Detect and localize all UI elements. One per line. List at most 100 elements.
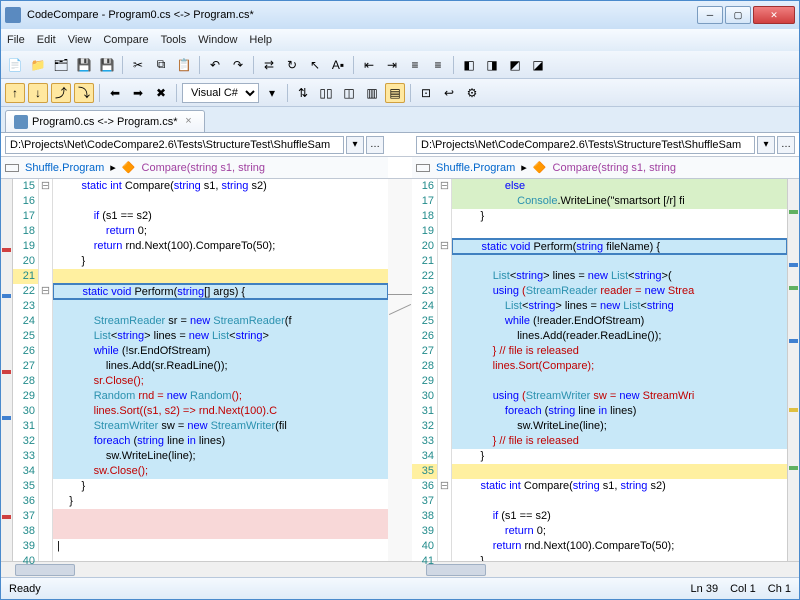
document-icon — [14, 115, 28, 129]
layout-3col-icon[interactable]: ▥ — [362, 83, 382, 103]
separator — [287, 84, 288, 102]
save-icon[interactable]: 💾 — [74, 55, 94, 75]
copy-left-icon[interactable]: ⬅ — [105, 83, 125, 103]
separator — [199, 56, 200, 74]
layout-horiz-icon[interactable]: ▯▯ — [316, 83, 336, 103]
statusbar: Ready Ln 39 Col 1 Ch 1 — [1, 577, 799, 599]
left-pane: 1516171819202122232425262728293031323334… — [1, 179, 388, 561]
left-path-input[interactable] — [5, 136, 344, 154]
toolbar-compare: ↑ ↓ ⤴ ⤵ ⬅ ➡ ✖ Visual C# ▾ ⇅ ▯▯ ◫ ▥ ▤ ⊡ ↩… — [1, 79, 799, 107]
left-namespace[interactable]: Shuffle.Program — [25, 162, 104, 174]
options-icon[interactable]: ⚙ — [462, 83, 482, 103]
sync-scroll-icon[interactable]: ⇅ — [293, 83, 313, 103]
horizontal-scrollbars — [1, 561, 799, 577]
menu-file[interactable]: File — [7, 34, 25, 46]
prev-diff-icon[interactable]: ↑ — [5, 83, 25, 103]
minimize-button[interactable]: ─ — [697, 6, 723, 24]
first-diff-icon[interactable]: ⤴ — [51, 83, 71, 103]
tabbar: Program0.cs <-> Program.cs* × — [1, 107, 799, 133]
align-left-icon[interactable]: ≡ — [405, 55, 425, 75]
bookmark-prev-icon[interactable]: ◩ — [505, 55, 525, 75]
status-ch: Ch 1 — [768, 583, 791, 595]
right-marker-strip[interactable] — [787, 179, 799, 561]
right-namespace[interactable]: Shuffle.Program — [436, 162, 515, 174]
diff-panes: 1516171819202122232425262728293031323334… — [1, 179, 799, 561]
dropdown-icon[interactable]: ▾ — [262, 83, 282, 103]
status-col: Col 1 — [730, 583, 756, 595]
right-method[interactable]: Compare(string s1, string — [553, 162, 677, 174]
bookmark-clear-icon[interactable]: ◪ — [528, 55, 548, 75]
next-diff-icon[interactable]: ↓ — [28, 83, 48, 103]
outdent-icon[interactable]: ⇤ — [359, 55, 379, 75]
paste-icon[interactable]: 📋 — [174, 55, 194, 75]
method-icon: 🔶 — [533, 161, 547, 174]
left-method[interactable]: Compare(string s1, string — [142, 162, 266, 174]
right-fold-gutter[interactable]: ⊟⊟⊟ — [438, 179, 452, 561]
folder-compare-icon[interactable]: 🗂 — [51, 55, 71, 75]
undo-icon[interactable]: ↶ — [205, 55, 225, 75]
open-file-icon[interactable]: 📁 — [28, 55, 48, 75]
window-title: CodeCompare - Program0.cs <-> Program.cs… — [27, 9, 697, 21]
menu-window[interactable]: Window — [198, 34, 237, 46]
separator — [353, 56, 354, 74]
left-hscroll[interactable] — [1, 562, 388, 577]
separator — [99, 84, 100, 102]
left-marker-strip[interactable] — [1, 179, 13, 561]
refresh-icon[interactable]: ↻ — [282, 55, 302, 75]
close-button[interactable]: ✕ — [753, 6, 795, 24]
menu-tools[interactable]: Tools — [161, 34, 187, 46]
app-window: CodeCompare - Program0.cs <-> Program.cs… — [0, 0, 800, 600]
compare-icon[interactable]: ⇄ — [259, 55, 279, 75]
layout-vert-icon[interactable]: ▤ — [385, 83, 405, 103]
right-path-cell: ▾ … — [412, 133, 799, 156]
left-breadcrumb: Shuffle.Program ▸ 🔶 Compare(string s1, s… — [1, 157, 388, 178]
class-icon — [416, 164, 430, 172]
menu-edit[interactable]: Edit — [37, 34, 56, 46]
left-fold-gutter[interactable]: ⊟⊟ — [39, 179, 53, 561]
copy-right-icon[interactable]: ➡ — [128, 83, 148, 103]
document-tab[interactable]: Program0.cs <-> Program.cs* × — [5, 110, 205, 132]
whitespace-icon[interactable]: ⊡ — [416, 83, 436, 103]
layout-2col-icon[interactable]: ◫ — [339, 83, 359, 103]
clear-icon[interactable]: ✖ — [151, 83, 171, 103]
menu-compare[interactable]: Compare — [103, 34, 148, 46]
right-path-input[interactable] — [416, 136, 755, 154]
breadcrumb-row: Shuffle.Program ▸ 🔶 Compare(string s1, s… — [1, 157, 799, 179]
font-icon[interactable]: A▪ — [328, 55, 348, 75]
right-breadcrumb: Shuffle.Program ▸ 🔶 Compare(string s1, s… — [412, 157, 799, 178]
class-icon — [5, 164, 19, 172]
align-right-icon[interactable]: ≡ — [428, 55, 448, 75]
redo-icon[interactable]: ↷ — [228, 55, 248, 75]
language-combo[interactable]: Visual C# — [182, 83, 259, 103]
select-icon[interactable]: ↖ — [305, 55, 325, 75]
menu-view[interactable]: View — [68, 34, 92, 46]
close-tab-icon[interactable]: × — [182, 115, 196, 129]
indent-icon[interactable]: ⇥ — [382, 55, 402, 75]
left-code-editor[interactable]: static int Compare(string s1, string s2)… — [53, 179, 388, 561]
last-diff-icon[interactable]: ⤵ — [74, 83, 94, 103]
left-path-browse[interactable]: … — [366, 136, 384, 154]
right-hscroll[interactable] — [412, 562, 799, 577]
maximize-button[interactable]: ▢ — [725, 6, 751, 24]
separator — [453, 56, 454, 74]
cut-icon[interactable]: ✂ — [128, 55, 148, 75]
wordwrap-icon[interactable]: ↩ — [439, 83, 459, 103]
bookmark-icon[interactable]: ◧ — [459, 55, 479, 75]
bookmark-next-icon[interactable]: ◨ — [482, 55, 502, 75]
menu-help[interactable]: Help — [249, 34, 272, 46]
separator — [253, 56, 254, 74]
right-path-browse[interactable]: … — [777, 136, 795, 154]
path-row: ▾ … ▾ … — [1, 133, 799, 157]
copy-icon[interactable]: ⧉ — [151, 55, 171, 75]
separator — [122, 56, 123, 74]
right-code-editor[interactable]: else Console.WriteLine("smartsort [/r] f… — [452, 179, 787, 561]
status-line: Ln 39 — [691, 583, 719, 595]
status-text: Ready — [9, 583, 691, 595]
separator — [176, 84, 177, 102]
tab-label: Program0.cs <-> Program.cs* — [32, 116, 178, 128]
save-all-icon[interactable]: 💾 — [97, 55, 117, 75]
titlebar[interactable]: CodeCompare - Program0.cs <-> Program.cs… — [1, 1, 799, 29]
right-path-dropdown[interactable]: ▾ — [757, 136, 775, 154]
left-path-dropdown[interactable]: ▾ — [346, 136, 364, 154]
new-file-icon[interactable]: 📄 — [5, 55, 25, 75]
